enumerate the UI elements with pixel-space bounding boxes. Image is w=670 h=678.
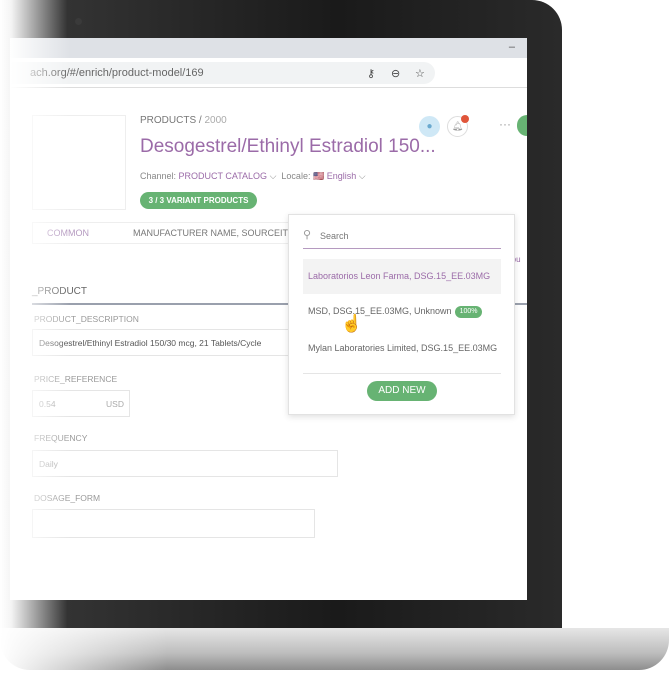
- field-value: 0.54: [39, 398, 56, 409]
- locale-label: Locale:: [281, 171, 311, 181]
- channel-label: Channel:: [140, 171, 177, 181]
- attribute-group-tabs: COMMON MANUFACTURER NAME, SOURCEITE...: [32, 222, 332, 244]
- variant-dropdown: ⚲ Search Laboratorios Leon Farma, DSG.15_…: [288, 214, 515, 415]
- field-label: FREQUENCY: [34, 433, 88, 443]
- section-title: _PRODUCT: [32, 286, 88, 297]
- field-label: PRICE_REFERENCE: [34, 374, 118, 384]
- search-icon: ⚲: [303, 229, 312, 241]
- channel-select[interactable]: PRODUCT CATALOG: [179, 171, 268, 181]
- currency-unit: USD: [106, 398, 124, 409]
- divider: [303, 373, 501, 374]
- product-image: [32, 115, 126, 210]
- save-button[interactable]: [517, 115, 527, 136]
- context-selectors: Channel: PRODUCT CATALOG ⌵ Locale: 🇺🇸 En…: [140, 171, 366, 182]
- completeness-badge: 100%: [454, 305, 483, 318]
- price-reference-input[interactable]: 0.54 USD: [32, 390, 130, 417]
- chevron-down-icon: ⌵: [269, 171, 277, 181]
- breadcrumb-id: 2000: [204, 115, 227, 126]
- avatar[interactable]: ●: [419, 116, 440, 137]
- list-item[interactable]: Laboratorios Leon Farma, DSG.15_EE.03MG: [303, 259, 501, 294]
- locale-select[interactable]: English: [327, 171, 357, 181]
- field-value: Daily: [39, 458, 58, 469]
- screen: – ach.org/#/enrich/product-model/169 ⚷ ⊖…: [10, 38, 527, 600]
- more-options-button[interactable]: ···: [499, 117, 511, 131]
- star-icon[interactable]: ☆: [415, 67, 425, 80]
- key-icon[interactable]: ⚷: [367, 67, 375, 80]
- product-description-input[interactable]: Desogestrel/Ethinyl Estradiol 150/30 mcg…: [32, 329, 332, 356]
- search-input[interactable]: ⚲ Search: [303, 225, 501, 249]
- browser-titlebar: –: [10, 38, 527, 58]
- laptop-base: [0, 628, 669, 670]
- list-item[interactable]: MSD, DSG.15_EE.03MG, Unknown 100%: [303, 294, 501, 329]
- search-placeholder: Search: [320, 231, 349, 241]
- field-label: PRODUCT_DESCRIPTION: [34, 314, 139, 324]
- variant-products-button[interactable]: 3 / 3 VARIANT PRODUCTS: [140, 192, 257, 209]
- list-item[interactable]: Mylan Laboratories Limited, DSG.15_EE.03…: [303, 331, 501, 366]
- field-value: Desogestrel/Ethinyl Estradiol 150/30 mcg…: [39, 337, 262, 348]
- browser-toolbar: ach.org/#/enrich/product-model/169 ⚷ ⊖ ☆: [10, 58, 527, 88]
- zoom-out-icon[interactable]: ⊖: [391, 67, 400, 80]
- add-new-button[interactable]: ADD NEW: [367, 381, 437, 401]
- flag-icon: 🇺🇸: [312, 171, 325, 181]
- tab-manufacturer[interactable]: MANUFACTURER NAME, SOURCEITE...: [133, 223, 302, 243]
- tab-common[interactable]: COMMON: [47, 223, 89, 243]
- minimize-button[interactable]: –: [509, 41, 515, 53]
- dosage-form-input[interactable]: [32, 509, 315, 538]
- frequency-input[interactable]: Daily: [32, 450, 338, 477]
- page-title: Desogestrel/Ethinyl Estradiol 150...: [140, 136, 436, 157]
- option-label: MSD, DSG.15_EE.03MG, Unknown: [308, 306, 452, 316]
- chevron-down-icon: ⌵: [358, 171, 366, 181]
- hand-cursor-icon: ☝: [341, 314, 363, 333]
- camera: [75, 18, 82, 25]
- notification-dot: [461, 115, 469, 123]
- breadcrumb-products[interactable]: PRODUCTS /: [140, 115, 202, 126]
- breadcrumb: PRODUCTS / 2000: [140, 115, 227, 126]
- field-label: DOSAGE_FORM: [34, 493, 101, 503]
